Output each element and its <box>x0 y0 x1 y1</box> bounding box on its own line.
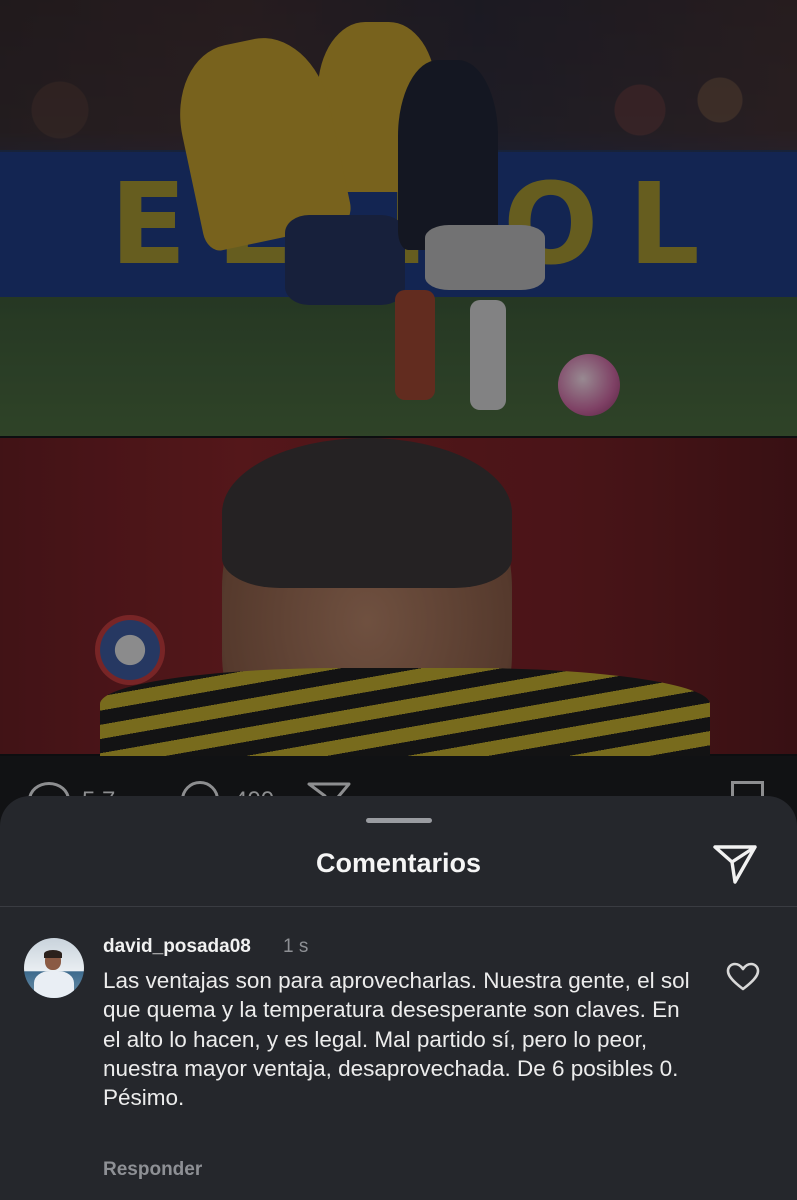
comment-text: Las ventajas son para aprovecharlas. Nue… <box>103 968 690 1111</box>
reply-button[interactable]: Responder <box>103 1159 202 1181</box>
comment-username[interactable]: david_posada08 <box>103 936 251 958</box>
paper-plane-icon[interactable] <box>711 842 759 886</box>
overlay-dim <box>0 0 797 756</box>
drag-handle[interactable] <box>366 818 432 823</box>
divider <box>0 906 797 907</box>
comments-sheet: Comentarios david_posada08 1 s Las venta… <box>0 796 797 1200</box>
sheet-title: Comentarios <box>315 848 482 878</box>
heart-outline-icon[interactable] <box>726 962 760 992</box>
comment-time: 1 s <box>283 936 309 957</box>
avatar[interactable] <box>24 938 84 998</box>
